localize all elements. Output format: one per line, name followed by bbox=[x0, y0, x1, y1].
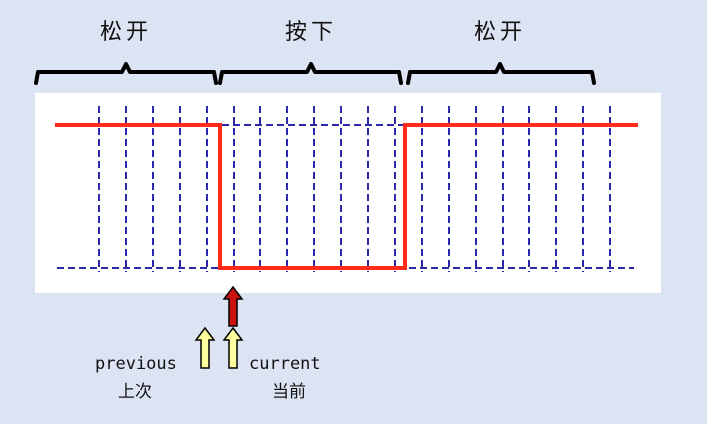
brace-released-2 bbox=[406, 62, 596, 85]
brace-pressed bbox=[218, 62, 403, 85]
previous-label-zh: 上次 bbox=[118, 382, 152, 402]
current-position-arrow bbox=[222, 326, 244, 369]
previous-label-en: previous bbox=[95, 354, 177, 374]
current-label-en: current bbox=[249, 354, 321, 374]
current-label-zh: 当前 bbox=[272, 382, 306, 402]
brace-released-1 bbox=[34, 62, 218, 85]
previous-sample-arrow bbox=[194, 326, 216, 369]
